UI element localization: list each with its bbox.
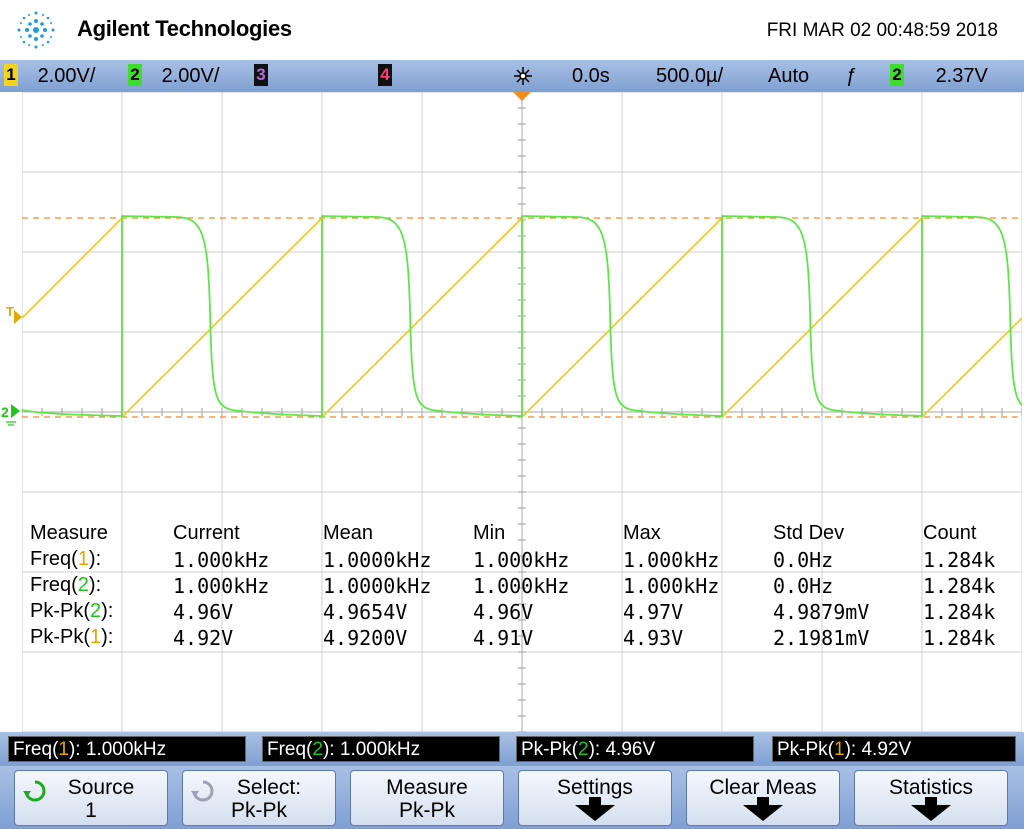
clear-meas-softkey[interactable]: Clear Meas bbox=[686, 770, 840, 826]
softkey-bar: Source 1 Select: Pk-Pk Measure Pk-Pk Set… bbox=[0, 766, 1024, 829]
header-current: Current bbox=[173, 522, 240, 544]
header-min: Min bbox=[473, 522, 506, 544]
horizontal-delay[interactable]: 0.0s bbox=[572, 65, 610, 88]
meas-bar-item: Freq(1): 1.000kHz bbox=[8, 736, 246, 762]
measure-mean: 1.0000kHz bbox=[323, 548, 432, 572]
header-std-dev: Std Dev bbox=[773, 522, 845, 544]
measure-max: 4.93V bbox=[623, 626, 684, 650]
ch2-status[interactable]: 2 2.00V/ bbox=[128, 64, 220, 88]
source-softkey[interactable]: Source 1 bbox=[14, 770, 168, 826]
measure-name: Freq(2): bbox=[30, 574, 102, 596]
header-max: Max bbox=[623, 522, 661, 544]
ch1-badge: 1 bbox=[4, 64, 18, 86]
trigger-level-marker: T bbox=[6, 304, 14, 319]
header: Agilent Technologies FRI MAR 02 00:48:59… bbox=[0, 0, 1024, 60]
measure-current: 1.000kHz bbox=[173, 548, 270, 572]
header-measure: Measure bbox=[30, 522, 108, 544]
trigger-position-marker-icon bbox=[513, 92, 531, 101]
ch4-status[interactable]: 4 bbox=[378, 64, 392, 88]
measure-mean: 1.0000kHz bbox=[323, 574, 432, 598]
trigger-mode[interactable]: Auto bbox=[768, 65, 809, 88]
trigger-marker-arrow-icon bbox=[14, 310, 22, 324]
trigger-slope-icon: ƒ bbox=[846, 65, 858, 87]
statistics-softkey[interactable]: Statistics bbox=[854, 770, 1008, 826]
agilent-spark-logo-icon bbox=[17, 11, 55, 49]
measure-min: 1.000kHz bbox=[473, 574, 570, 598]
horizontal-delay-icon bbox=[514, 67, 532, 85]
date-time: FRI MAR 02 00:48:59 2018 bbox=[766, 20, 998, 41]
measure-name: Pk-Pk(1): bbox=[30, 626, 114, 648]
submenu-arrow-icon bbox=[911, 805, 951, 821]
trigger-level: 2.37V bbox=[935, 65, 988, 87]
measure-std: 0.0Hz bbox=[773, 548, 834, 572]
measure-std: 4.9879mV bbox=[773, 600, 870, 624]
ch4-badge: 4 bbox=[378, 64, 392, 86]
measure-min: 4.96V bbox=[473, 600, 534, 624]
measure-count: 1.284k bbox=[923, 600, 996, 624]
measure-current: 4.96V bbox=[173, 600, 234, 624]
settings-softkey[interactable]: Settings bbox=[518, 770, 672, 826]
measurement-bar: Freq(1): 1.000kHz Freq(2): 1.000kHz Pk-P… bbox=[0, 732, 1024, 766]
meas-bar-item: Pk-Pk(1): 4.92V bbox=[772, 736, 1016, 762]
measure-min: 4.91V bbox=[473, 626, 534, 650]
submenu-arrow-icon bbox=[575, 805, 615, 821]
header-count: Count bbox=[923, 522, 977, 544]
measure-count: 1.284k bbox=[923, 574, 996, 598]
ch2-badge: 2 bbox=[128, 64, 142, 86]
measure-count: 1.284k bbox=[923, 548, 996, 572]
measurement-statistics: Measure Current Mean Min Max Std Dev Cou… bbox=[22, 522, 1022, 652]
ch1-status[interactable]: 1 2.00V/ bbox=[4, 64, 96, 88]
measure-std: 0.0Hz bbox=[773, 574, 834, 598]
ch2-ground-marker: 2 bbox=[1, 404, 9, 420]
select-softkey[interactable]: Select: Pk-Pk bbox=[182, 770, 336, 826]
ch2-waveform bbox=[22, 215, 1022, 417]
measure-name: Pk-Pk(2): bbox=[30, 600, 114, 622]
brand-name: Agilent Technologies bbox=[77, 16, 292, 41]
ch3-status[interactable]: 3 bbox=[254, 64, 268, 88]
measure-max: 1.000kHz bbox=[623, 574, 720, 598]
ch3-badge: 3 bbox=[254, 64, 268, 86]
measure-count: 1.284k bbox=[923, 626, 996, 650]
measure-mean: 4.9200V bbox=[323, 626, 408, 650]
measure-max: 1.000kHz bbox=[623, 548, 720, 572]
trigger-status[interactable]: 2 2.37V bbox=[890, 64, 988, 88]
measure-name: Freq(1): bbox=[30, 548, 102, 570]
measure-max: 4.97V bbox=[623, 600, 684, 624]
status-bar: 1 2.00V/ 2 2.00V/ 3 4 0.0s 500.0µ/ Auto … bbox=[0, 60, 1024, 92]
meas-bar-item: Freq(2): 1.000kHz bbox=[262, 736, 500, 762]
measure-current: 1.000kHz bbox=[173, 574, 270, 598]
measure-min: 1.000kHz bbox=[473, 548, 570, 572]
ch2-scale: 2.00V/ bbox=[161, 65, 220, 87]
meas-bar-item: Pk-Pk(2): 4.96V bbox=[516, 736, 754, 762]
submenu-arrow-icon bbox=[743, 805, 783, 821]
measure-current: 4.92V bbox=[173, 626, 234, 650]
timebase-scale[interactable]: 500.0µ/ bbox=[656, 65, 723, 88]
measure-softkey[interactable]: Measure Pk-Pk bbox=[350, 770, 504, 826]
trigger-source-badge: 2 bbox=[890, 64, 904, 86]
measure-mean: 4.9654V bbox=[323, 600, 408, 624]
ch2-marker-arrow-icon bbox=[11, 404, 20, 418]
ch1-scale: 2.00V/ bbox=[37, 65, 96, 87]
measure-std: 2.1981mV bbox=[773, 626, 870, 650]
header-mean: Mean bbox=[323, 522, 374, 544]
channel-markers: T 2 bbox=[1, 304, 22, 426]
